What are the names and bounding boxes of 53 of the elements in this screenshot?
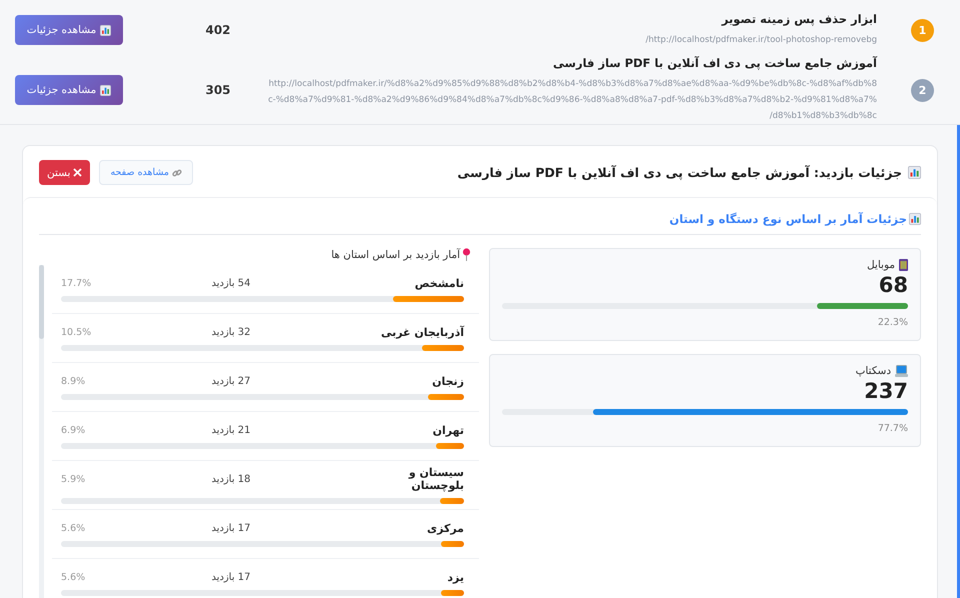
section-title: جزئیات آمار بر اساس نوع دستگاه و استان bbox=[669, 212, 907, 226]
province-percent: 10.5% bbox=[61, 326, 92, 338]
phone-icon bbox=[899, 259, 908, 271]
device-count: 237 bbox=[863, 379, 908, 403]
province-name: نامشخص bbox=[414, 276, 464, 290]
laptop-icon bbox=[895, 365, 908, 377]
province-visits: 54 بازدید bbox=[210, 278, 252, 288]
device-percent: 77.7% bbox=[876, 423, 908, 434]
bar-chart-icon bbox=[100, 24, 112, 36]
province-name: تهران bbox=[432, 424, 464, 436]
device-count: 68 bbox=[878, 273, 908, 297]
device-percent: 22.3% bbox=[876, 317, 908, 328]
link-icon bbox=[172, 168, 182, 178]
bar-chart-icon bbox=[909, 213, 921, 225]
province-percent: 5.6% bbox=[61, 572, 86, 582]
province-percent: 5.9% bbox=[61, 474, 86, 484]
province-visits: 27 بازدید bbox=[210, 376, 252, 386]
province-name: یزد bbox=[446, 570, 464, 584]
close-icon bbox=[73, 168, 82, 177]
province-name: سیستان و بلوچستان bbox=[408, 466, 464, 492]
province-name: زنجان bbox=[431, 374, 464, 388]
scrollbar[interactable] bbox=[39, 265, 44, 598]
details-button[interactable]: مشاهده جزئیات bbox=[15, 15, 123, 45]
province-percent: 5.6% bbox=[61, 522, 86, 534]
bar-chart-icon bbox=[100, 84, 112, 96]
province-name: مرکزی bbox=[426, 522, 464, 534]
province-visits: 18 بازدید bbox=[210, 474, 252, 484]
rank-badge: 1 bbox=[911, 18, 934, 42]
province-name: آذربایجان غربی bbox=[380, 326, 464, 338]
page-title: ابزار حذف پس زمینه تصویر bbox=[720, 12, 877, 26]
view-page-button[interactable]: مشاهده صفحه bbox=[99, 160, 194, 185]
scrollbar-thumb[interactable] bbox=[39, 265, 44, 339]
visit-count: 305 bbox=[204, 83, 232, 97]
provinces-title: آمار بازدید بر اساس استان ها bbox=[331, 248, 460, 260]
bar-chart-icon bbox=[908, 166, 921, 179]
page-url: http://localhost/pdfmaker.ir/%d8%a2%d9%85%d9%88%d8%b2%d8%b4-%d8%b3%d8%a7%d8%ae%d8%aa-%d9%be%db%8c-%d8%af%db%8c-%d8%a7%d9%81-%d8%a2%d9%86%d9%84%d8%a7%db%8c%d9%86-%d8%a8%d8%a7-pdf-%d8%b3%d8%a7%d8%b2-%d9%81%d8%a7%d8%b1%d8%b3%db%8c/ bbox=[267, 78, 877, 123]
province-visits: 32 بازدید bbox=[210, 326, 252, 338]
detail-title: جزئیات بازدید: آموزش جامع ساخت پی دی اف آنلاین با PDF ساز فارسی bbox=[457, 165, 902, 180]
province-visits: 17 بازدید bbox=[210, 572, 252, 582]
page-title: آموزش جامع ساخت پی دی اف آنلاین با PDF ساز فارسی bbox=[552, 56, 877, 70]
page-url: http://localhost/pdfmaker.ir/tool-photoshop-removebg/ bbox=[644, 34, 877, 47]
close-button[interactable]: بستن bbox=[39, 160, 90, 185]
province-percent: 17.7% bbox=[61, 278, 92, 288]
visit-count: 402 bbox=[204, 23, 232, 37]
details-button[interactable]: مشاهده جزئیات bbox=[15, 75, 123, 105]
province-visits: 17 بازدید bbox=[210, 522, 252, 534]
device-label: موبایل bbox=[866, 259, 895, 271]
province-percent: 8.9% bbox=[61, 376, 86, 386]
province-visits: 21 بازدید bbox=[210, 424, 252, 436]
pin-icon bbox=[462, 248, 471, 261]
province-percent: 6.9% bbox=[61, 424, 86, 436]
rank-badge: 2 bbox=[911, 78, 934, 102]
device-label: دسکتاپ bbox=[855, 365, 891, 377]
